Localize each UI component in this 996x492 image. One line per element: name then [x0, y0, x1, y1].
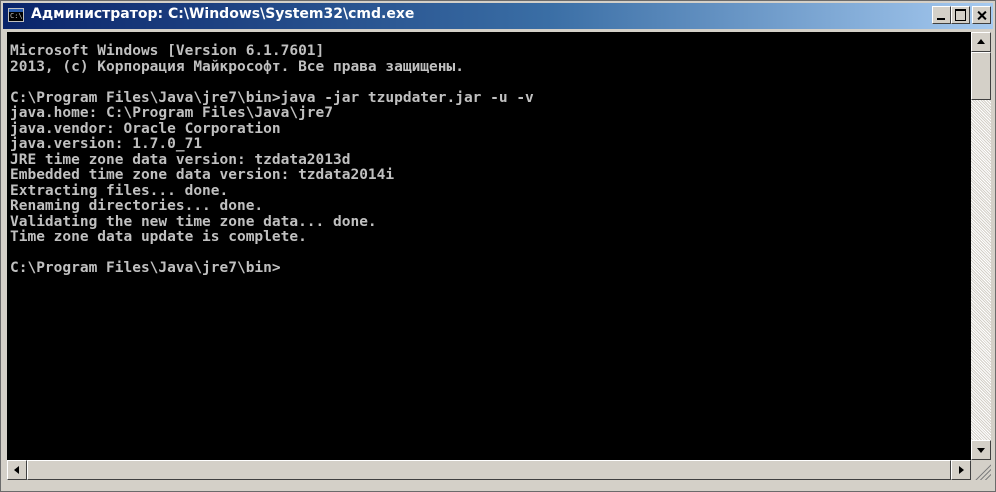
horizontal-scroll-thumb[interactable] — [27, 460, 951, 480]
cmd-app-icon[interactable]: C:\ — [8, 8, 24, 22]
scroll-down-button[interactable] — [971, 440, 991, 460]
maximize-button[interactable] — [951, 6, 970, 24]
scroll-right-button[interactable] — [951, 460, 971, 480]
arrow-down-icon — [977, 448, 985, 453]
arrow-up-icon — [977, 39, 985, 44]
vertical-scroll-thumb[interactable] — [971, 52, 991, 100]
app-icon-label: C:\ — [10, 12, 23, 20]
cmd-window: C:\ Администратор: C:\Windows\System32\c… — [0, 0, 996, 492]
console-text: Microsoft Windows [Version 6.1.7601] 2013… — [7, 32, 971, 277]
console-line: Extracting files... done. — [10, 182, 229, 199]
title-bar[interactable]: C:\ Администратор: C:\Windows\System32\c… — [3, 3, 993, 29]
console-line: Validating the new time zone data... don… — [10, 213, 377, 230]
console-line: Embedded time zone data version: tzdata2… — [10, 167, 395, 183]
console-line: java.version: 1.7.0_71 — [10, 136, 203, 152]
console-line: JRE time zone data version: tzdata2013d — [10, 151, 351, 168]
arrow-right-icon — [959, 466, 964, 474]
arrow-left-icon — [14, 466, 19, 474]
horizontal-scrollbar[interactable] — [7, 460, 971, 480]
console-prompt-line: C:\Program Files\Java\jre7\bin> — [10, 260, 281, 276]
console-line: C:\Program Files\Java\jre7\bin>java -jar… — [10, 89, 534, 106]
console-output[interactable]: Microsoft Windows [Version 6.1.7601] 2013… — [7, 32, 971, 460]
console-line: 2013, (c) Корпорация Майкрософт. Все пра… — [10, 58, 464, 75]
console-line: java.vendor: Oracle Corporation — [10, 120, 281, 137]
close-button[interactable] — [972, 6, 991, 24]
scroll-up-button[interactable] — [971, 32, 991, 52]
minimize-button[interactable] — [932, 6, 951, 24]
console-line: Renaming directories... done. — [10, 198, 264, 214]
console-line: java.home: C:\Program Files\Java\jre7 — [10, 105, 334, 121]
window-title: Администратор: C:\Windows\System32\cmd.e… — [31, 6, 415, 22]
scroll-left-button[interactable] — [7, 460, 27, 480]
resize-grip-icon[interactable] — [971, 460, 991, 480]
console-line: Time zone data update is complete. — [10, 229, 307, 245]
vertical-scrollbar[interactable] — [971, 32, 991, 460]
console-line: Microsoft Windows [Version 6.1.7601] — [10, 43, 325, 59]
